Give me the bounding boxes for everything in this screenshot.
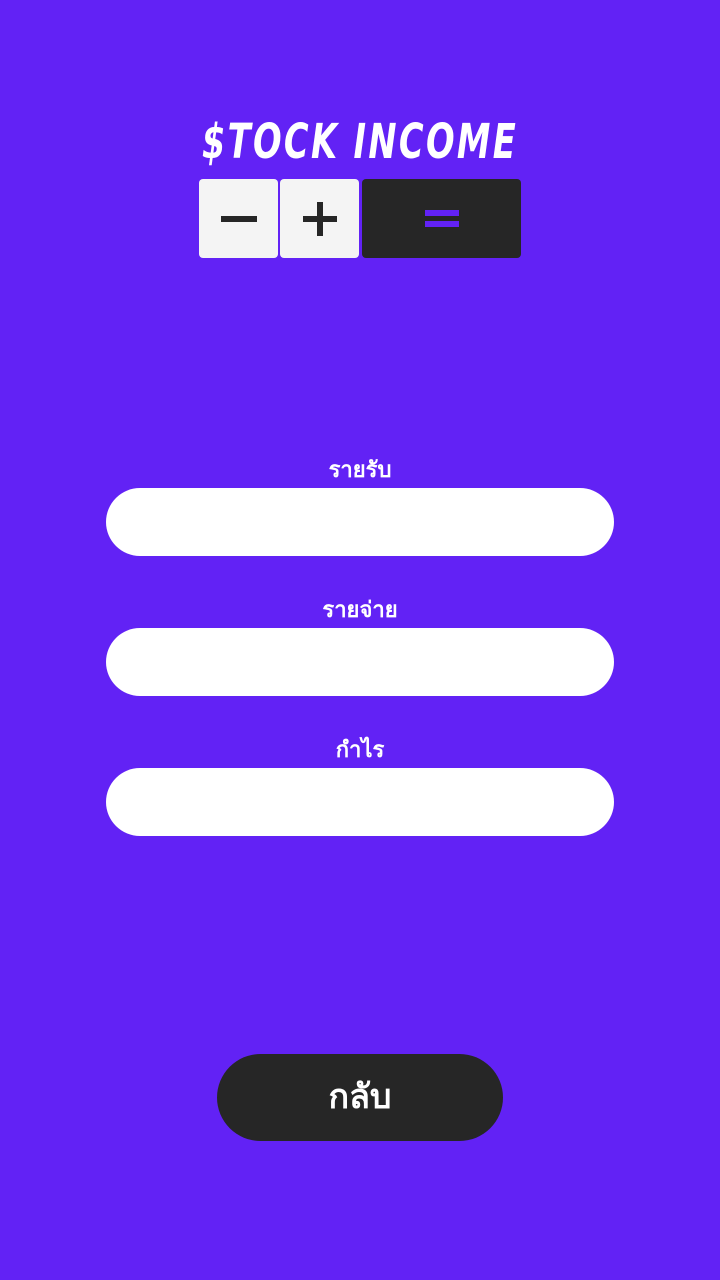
equals-tile [362,179,521,258]
plus-tile [280,179,359,258]
minus-icon [220,215,257,222]
income-field[interactable] [106,488,614,556]
expense-field[interactable] [106,628,614,696]
back-button[interactable]: กลับ [217,1054,503,1141]
plus-icon [302,201,337,236]
app-title: $TOCK INCOME [201,114,519,170]
profit-label: กำไร [335,738,385,763]
income-label: รายรับ [328,458,392,483]
equals-icon [424,209,459,227]
profit-field[interactable] [106,768,614,836]
minus-tile [199,179,278,258]
expense-label: รายจ่าย [322,598,398,623]
